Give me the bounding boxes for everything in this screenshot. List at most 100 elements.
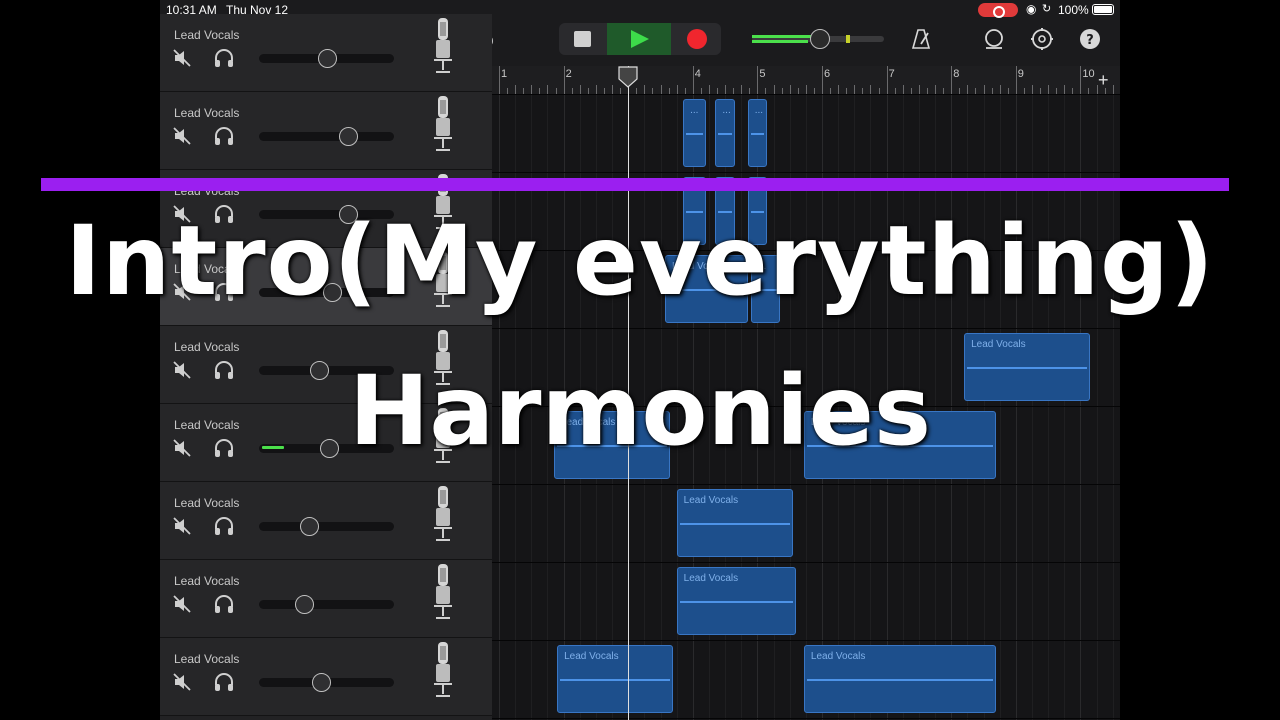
play-icon [631, 30, 649, 48]
audio-region[interactable]: ... [715, 99, 735, 167]
mute-icon[interactable] [172, 516, 192, 536]
solo-headphones-icon[interactable] [213, 126, 235, 146]
waveform [718, 133, 732, 135]
track-header[interactable]: Lead Vocals [160, 14, 492, 92]
transport-controls [559, 23, 721, 55]
waveform [679, 601, 794, 603]
ruler-tick [644, 85, 646, 94]
master-volume-slider[interactable] [752, 29, 884, 49]
master-level-meter-right [752, 40, 808, 43]
screen-recording-icon[interactable] [978, 3, 1018, 18]
video-title-line1: Intro(My everything) [65, 205, 1215, 317]
ruler-tick [1015, 66, 1017, 94]
help-button[interactable]: ? [1078, 23, 1102, 55]
mute-icon[interactable] [172, 48, 192, 68]
track-header[interactable]: Lead Vocals [160, 92, 492, 170]
record-button[interactable] [687, 29, 707, 49]
mute-icon[interactable] [172, 594, 192, 614]
track-volume-knob[interactable] [300, 517, 320, 536]
ruler-tick [531, 85, 533, 94]
solo-headphones-icon[interactable] [213, 48, 235, 68]
ruler-tick [1031, 85, 1033, 94]
solo-headphones-icon[interactable] [213, 594, 235, 614]
metronome-icon [911, 29, 931, 49]
help-icon: ? [1080, 29, 1100, 49]
track-name: Lead Vocals [174, 28, 240, 42]
mute-icon[interactable] [172, 672, 192, 692]
metronome-button[interactable] [908, 23, 934, 55]
ruler-tick [951, 66, 953, 94]
waveform [679, 523, 790, 525]
ruler-tick [854, 85, 856, 94]
waveform [686, 133, 703, 135]
solo-headphones-icon[interactable] [213, 516, 235, 536]
track-volume-knob[interactable] [311, 673, 331, 692]
wifi-icon: ◉ [1026, 2, 1037, 16]
microphone-track-icon [430, 640, 456, 700]
ruler-tick [1112, 85, 1114, 94]
ruler-tick [773, 85, 775, 94]
bar-number: 5 [759, 68, 766, 80]
bar-number: 9 [1017, 68, 1024, 80]
lane-divider [492, 172, 1120, 173]
lane-divider [492, 484, 1120, 485]
video-title-line2: Harmonies [349, 355, 931, 467]
track-header[interactable]: Lead Vocals [160, 638, 492, 716]
mute-icon[interactable] [172, 126, 192, 146]
microphone-track-icon [430, 94, 456, 154]
solo-headphones-icon[interactable] [213, 672, 235, 692]
title-accent-bar [41, 178, 1229, 191]
bar-number: 7 [888, 68, 895, 80]
svg-text:?: ? [1086, 33, 1094, 48]
add-section-icon[interactable]: + [1098, 70, 1109, 91]
ruler-tick [1048, 85, 1050, 94]
ruler-tick [935, 85, 937, 94]
audio-region[interactable]: Lead Vocals [557, 645, 674, 713]
track-volume-slider[interactable] [259, 132, 394, 141]
bar-number: 10 [1082, 68, 1095, 80]
audio-region[interactable]: Lead Vocals [676, 567, 797, 635]
ruler-tick [660, 85, 662, 94]
track-volume-slider[interactable] [259, 600, 394, 609]
region-label: Lead Vocals [810, 651, 866, 662]
microphone-track-icon [430, 16, 456, 76]
track-name: Lead Vocals [174, 574, 240, 588]
ruler-tick [547, 85, 549, 94]
ruler-tick [595, 85, 597, 94]
track-volume-knob[interactable] [295, 595, 315, 614]
ruler-tick [741, 85, 743, 94]
master-peak-indicator [846, 35, 850, 43]
loop-browser-button[interactable] [980, 23, 1008, 55]
track-header[interactable]: Lead Vocals [160, 482, 492, 560]
track-header[interactable]: Lead Vocals [160, 560, 492, 638]
bar-number: 1 [501, 68, 508, 80]
master-volume-knob[interactable] [810, 29, 830, 49]
ruler-tick [579, 85, 581, 94]
audio-region[interactable]: Lead Vocals [803, 645, 997, 713]
audio-region[interactable]: ... [747, 99, 768, 167]
orientation-lock-icon: ↻ [1042, 3, 1052, 15]
gear-icon [1031, 28, 1053, 50]
playhead-handle[interactable] [617, 66, 639, 88]
ruler-tick [725, 85, 727, 94]
waveform [750, 133, 765, 135]
stop-button[interactable] [574, 31, 591, 47]
master-level-meter [752, 35, 812, 38]
region-label: Lead Vocals [564, 651, 619, 662]
ruler-tick [838, 85, 840, 94]
ruler-tick [515, 85, 517, 94]
battery-icon [1092, 4, 1114, 15]
track-volume-knob[interactable] [339, 127, 358, 146]
track-volume-knob[interactable] [317, 49, 337, 68]
lane-divider [492, 640, 1120, 641]
ruler-tick [692, 66, 694, 94]
audio-region[interactable]: ... [683, 99, 706, 167]
ruler-tick [789, 85, 791, 94]
track-volume-slider[interactable] [259, 522, 394, 531]
timeline-ruler[interactable]: 12345678910 [492, 66, 1120, 94]
settings-button[interactable] [1028, 23, 1056, 55]
bar-number: 2 [565, 68, 572, 80]
region-label: Lead Vocals [971, 339, 1026, 350]
audio-region[interactable]: Lead Vocals [676, 489, 793, 557]
track-name: Lead Vocals [174, 496, 240, 510]
